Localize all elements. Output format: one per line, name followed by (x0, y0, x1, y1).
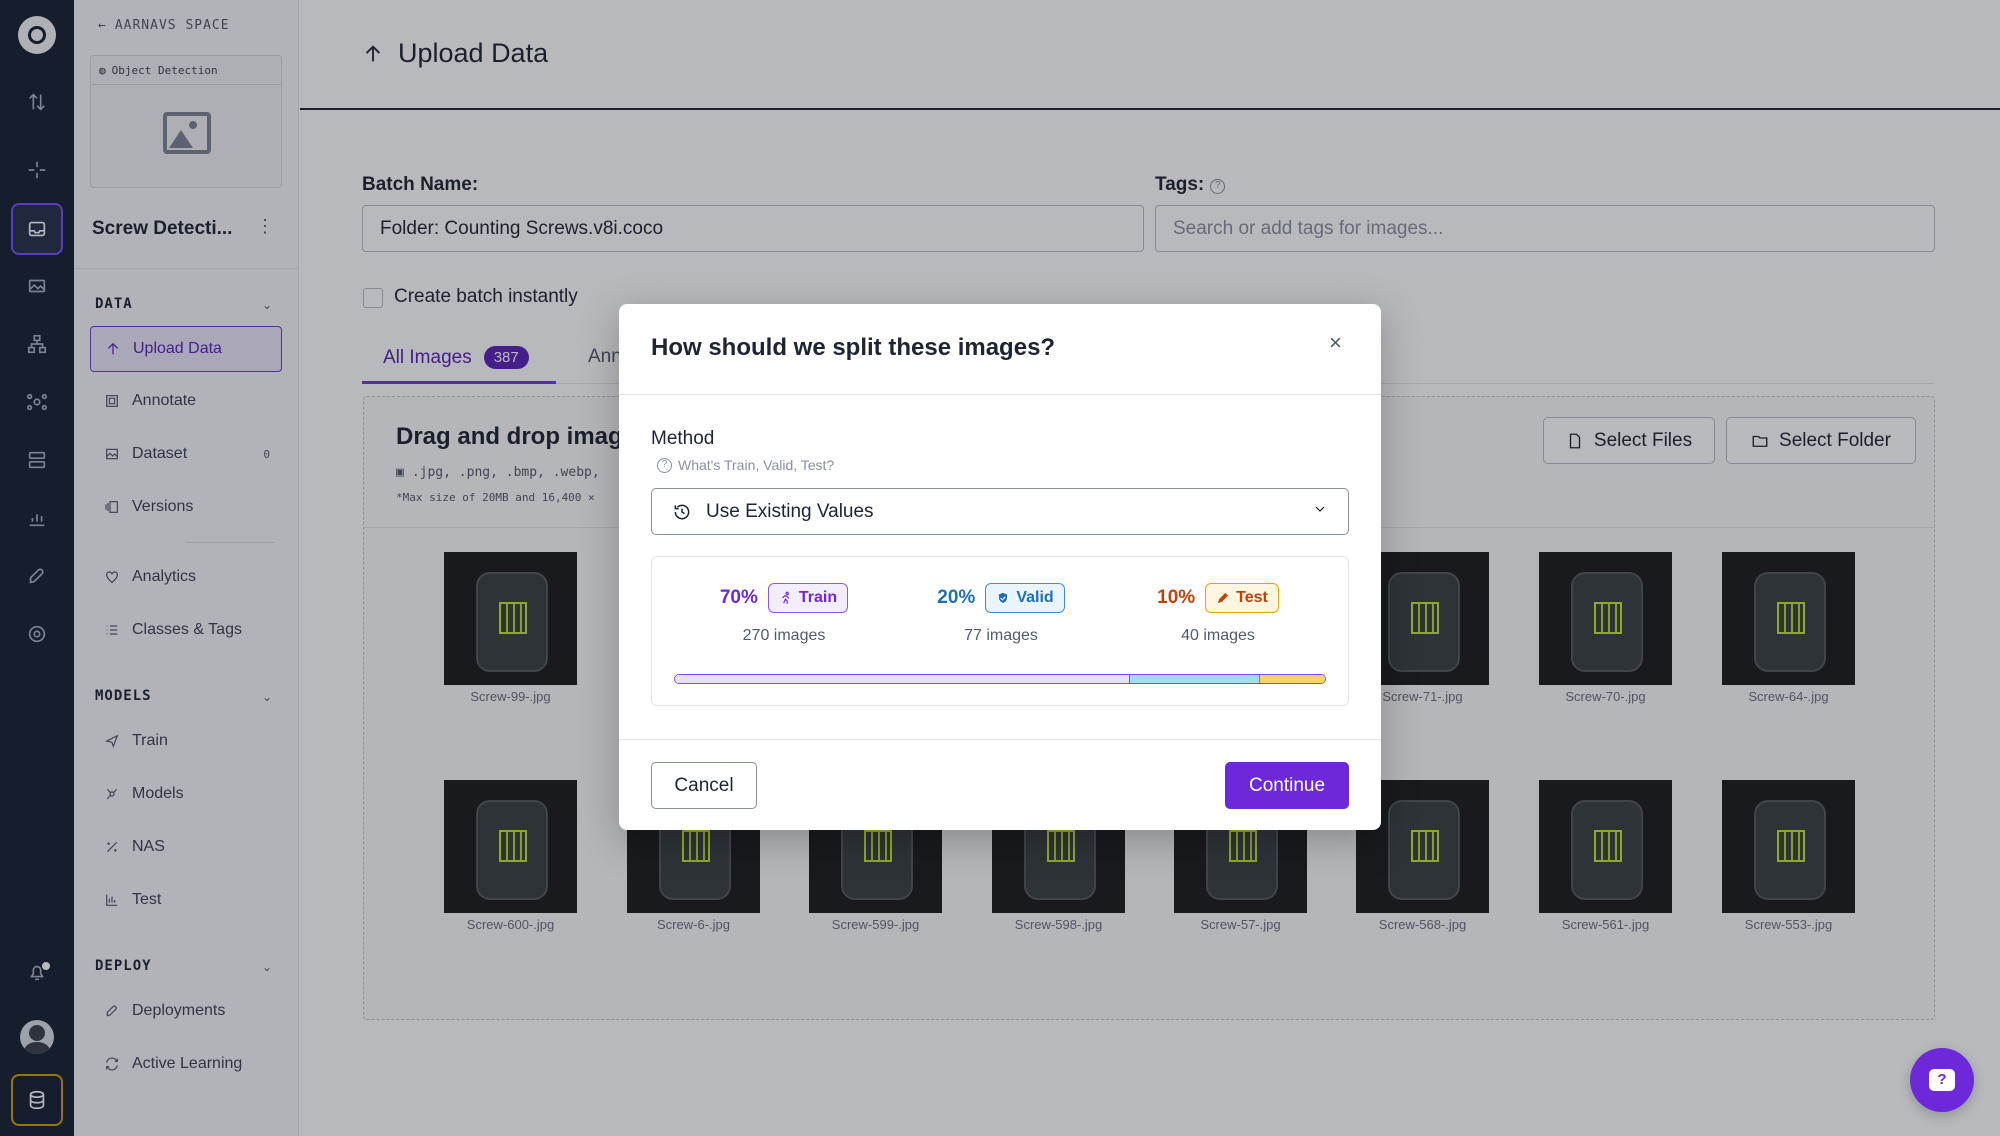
valid-segment (1130, 675, 1260, 683)
train-segment (675, 675, 1130, 683)
train-chip: Train (767, 583, 849, 613)
split-dialog: How should we split these images? × Meth… (619, 304, 1381, 830)
split-summary: 70% Train 270 images 20% Valid 77 images… (651, 556, 1349, 706)
shield-check-icon (998, 591, 1009, 605)
history-icon (674, 504, 690, 519)
method-label: Method (651, 428, 715, 449)
split-valid: 20% Valid 77 images (891, 583, 1111, 645)
split-help-link[interactable]: ? What's Train, Valid, Test? (657, 457, 834, 473)
dialog-title: How should we split these images? (651, 334, 1056, 361)
divider (619, 739, 1381, 740)
pencil-icon (1218, 592, 1229, 604)
chat-question-icon: ? (1929, 1069, 1955, 1091)
continue-button[interactable]: Continue (1225, 762, 1349, 809)
divider (619, 394, 1381, 395)
split-train: 70% Train 270 images (674, 583, 894, 645)
help-icon: ? (657, 457, 672, 473)
cancel-button[interactable]: Cancel (651, 762, 757, 809)
method-select[interactable]: Use Existing Values (651, 488, 1349, 535)
help-chat-button[interactable]: ? (1910, 1048, 1974, 1112)
chevron-down-icon (1312, 501, 1328, 523)
close-icon[interactable]: × (1329, 330, 1342, 356)
test-chip: Test (1205, 583, 1279, 613)
split-test: 10% Test 40 images (1108, 583, 1328, 645)
test-segment (1260, 675, 1325, 683)
valid-chip: Valid (985, 583, 1065, 613)
split-progress-bar (674, 674, 1326, 684)
run-icon (781, 591, 790, 604)
